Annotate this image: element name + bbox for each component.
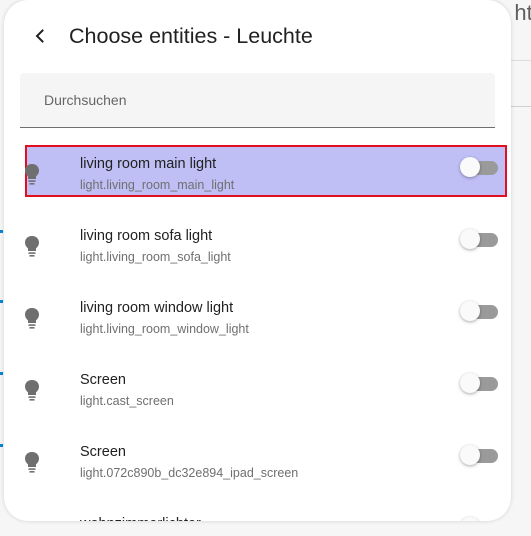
entity-toggle[interactable]	[460, 157, 500, 179]
toggle-thumb	[460, 301, 480, 321]
entity-name: living room sofa light	[80, 228, 213, 244]
entity-toggle[interactable]	[460, 517, 500, 521]
back-button[interactable]	[26, 22, 54, 50]
entity-row[interactable]: Screen light.072c890b_dc32e894_ipad_scre…	[4, 416, 511, 488]
chevron-left-icon	[35, 29, 44, 43]
entity-id: light.living_room_main_light	[80, 178, 235, 192]
background-marker	[0, 372, 3, 375]
entity-id: light.cast_screen	[80, 394, 174, 408]
entity-id: light.living_room_window_light	[80, 322, 249, 336]
background-marker	[0, 444, 3, 447]
entity-name: living room window light	[80, 300, 234, 316]
lightbulb-icon	[25, 452, 39, 473]
search-field[interactable]	[20, 73, 495, 128]
entity-row[interactable]: living room window light light.living_ro…	[4, 272, 511, 344]
entity-id: light.living_room_sofa_light	[80, 250, 231, 264]
background-marker	[0, 230, 3, 233]
entity-id: light.072c890b_dc32e894_ipad_screen	[80, 466, 299, 480]
background-header-text: htu	[514, 0, 531, 25]
dialog-title: Choose entities - Leuchte	[69, 24, 313, 48]
toggle-thumb	[460, 517, 480, 521]
entity-toggle[interactable]	[460, 229, 500, 251]
entity-row[interactable]: wohnzimmerlichter	[4, 488, 511, 521]
entity-row[interactable]: living room sofa light light.living_room…	[4, 200, 511, 272]
choose-entities-dialog: Choose entities - Leuchte living room ma…	[4, 0, 511, 521]
lightbulb-icon	[25, 164, 39, 185]
search-input[interactable]	[20, 73, 495, 127]
entity-toggle[interactable]	[460, 373, 500, 395]
lightbulb-icon	[25, 380, 39, 401]
entity-toggle[interactable]	[460, 445, 500, 467]
entity-row[interactable]: Screen light.cast_screen	[4, 344, 511, 416]
lightbulb-icon	[25, 236, 39, 257]
background-marker	[0, 300, 3, 303]
entity-toggle[interactable]	[460, 301, 500, 323]
toggle-thumb	[460, 157, 480, 177]
lightbulb-icon	[25, 308, 39, 329]
entity-name: living room main light	[80, 156, 217, 172]
entity-name: Screen	[80, 444, 126, 460]
entity-name: Screen	[80, 372, 126, 388]
entity-name: wohnzimmerlichter	[80, 516, 201, 521]
toggle-thumb	[460, 373, 480, 393]
entity-row[interactable]: living room main light light.living_room…	[4, 128, 511, 200]
toggle-thumb	[460, 445, 480, 465]
toggle-thumb	[460, 229, 480, 249]
dialog-header: Choose entities - Leuchte	[4, 0, 511, 72]
